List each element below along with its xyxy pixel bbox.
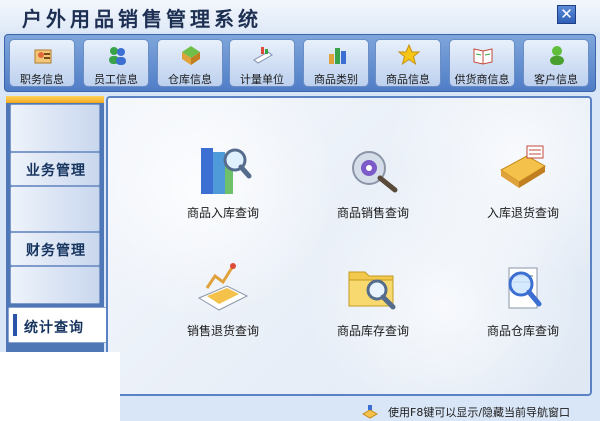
menu-item-inventory-query[interactable]: 商品库存查询 <box>298 258 448 339</box>
toolbar-button-product-info[interactable]: 商品信息 <box>375 39 441 87</box>
sidebar-tab-label: 财务管理 <box>26 243 86 259</box>
toolbar: 职务信息 员工信息 仓库信息 计量单位 商品类别 商品信息 供货商信息 客户信息 <box>4 34 596 92</box>
menu-item-sales-return-query[interactable]: 销售退货查询 <box>148 258 298 339</box>
menu-item-label: 商品仓库查询 <box>486 324 559 338</box>
sidebar-tab-statistics[interactable]: 统计查询 <box>8 307 108 343</box>
star-icon <box>398 44 420 66</box>
toolbar-button-label: 员工信息 <box>94 73 138 86</box>
unit-icon <box>253 47 273 64</box>
keyboard-tip-icon <box>362 405 378 419</box>
sidebar-blank-panel <box>10 104 100 152</box>
chart-return-icon <box>197 263 249 311</box>
empty-area <box>0 352 120 421</box>
close-button[interactable]: ✕ <box>557 5 576 24</box>
sidebar-blank-panel <box>10 186 100 232</box>
toolbar-button-label: 商品类别 <box>314 73 358 86</box>
customer-icon <box>550 46 564 65</box>
content-panel: 商品入库查询 商品销售查询 入库退货查询 销售退货查询 商品库存查询 商品仓库查… <box>106 96 592 396</box>
document-search-icon <box>508 267 542 309</box>
toolbar-button-customer-info[interactable]: 客户信息 <box>523 39 589 87</box>
sidebar-blank-panel <box>10 266 100 304</box>
toolbar-button-staff-info[interactable]: 员工信息 <box>83 39 149 87</box>
app-title: 户外用品销售管理系统 <box>22 7 262 31</box>
toolbar-button-label: 供货商信息 <box>454 73 510 86</box>
toolbar-button-label: 商品信息 <box>386 73 430 86</box>
sidebar-tab-business[interactable]: 业务管理 <box>10 152 100 186</box>
folder-search-icon <box>348 271 396 310</box>
supplier-icon <box>473 48 493 65</box>
sidebar-tab-label: 统计查询 <box>24 320 84 336</box>
status-hint: 使用F8键可以显示/隐藏当前导航窗口 <box>388 406 571 419</box>
job-icon <box>34 49 52 64</box>
cd-search-icon <box>352 151 398 193</box>
toolbar-button-label: 职务信息 <box>20 73 64 86</box>
toolbar-button-supplier-info[interactable]: 供货商信息 <box>449 39 515 87</box>
toolbar-button-warehouse-info[interactable]: 仓库信息 <box>157 39 223 87</box>
toolbar-button-category[interactable]: 商品类别 <box>303 39 369 87</box>
menu-item-label: 商品入库查询 <box>186 206 259 220</box>
toolbar-button-label: 计量单位 <box>240 73 284 86</box>
sidebar-tab-label: 业务管理 <box>26 163 86 179</box>
sidebar-tab-finance[interactable]: 财务管理 <box>10 232 100 266</box>
menu-item-stock-in-return-query[interactable]: 入库退货查询 <box>448 140 598 221</box>
menu-item-label: 入库退货查询 <box>486 206 559 220</box>
menu-item-label: 商品销售查询 <box>336 206 409 220</box>
active-tab-marker <box>13 314 17 336</box>
menu-item-sales-query[interactable]: 商品销售查询 <box>298 140 448 221</box>
menu-item-warehouse-query[interactable]: 商品仓库查询 <box>448 258 598 339</box>
toolbar-button-unit[interactable]: 计量单位 <box>229 39 295 87</box>
toolbar-button-label: 仓库信息 <box>168 73 212 86</box>
staff-icon <box>109 47 126 65</box>
toolbar-button-label: 客户信息 <box>534 73 578 86</box>
laptop-return-icon <box>500 145 546 188</box>
category-icon <box>329 48 346 64</box>
warehouse-icon <box>182 46 200 65</box>
sidebar-accent-strip <box>6 96 104 103</box>
menu-item-stock-in-query[interactable]: 商品入库查询 <box>148 140 298 221</box>
menu-item-label: 销售退货查询 <box>186 324 259 338</box>
book-search-icon <box>201 148 252 194</box>
menu-item-label: 商品库存查询 <box>336 324 409 338</box>
toolbar-button-job-info[interactable]: 职务信息 <box>9 39 75 87</box>
